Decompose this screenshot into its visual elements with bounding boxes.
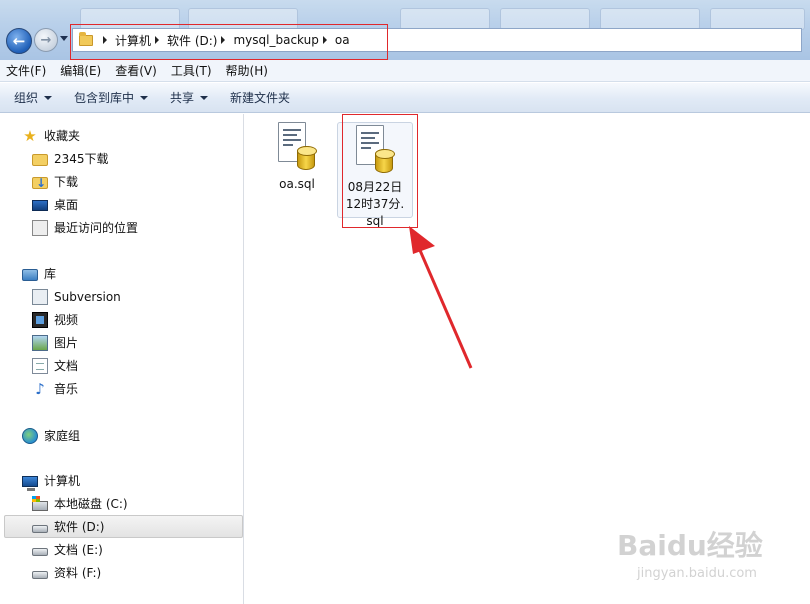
sidebar-item-label: 本地磁盘 (C:) [54,497,128,511]
computer-icon [22,475,38,491]
sidebar-item-label: Subversion [54,289,121,304]
include-in-library-label: 包含到库中 [74,91,135,105]
windows-drive-icon [32,495,48,511]
organize-button[interactable]: 组织 [14,89,53,106]
music-note-icon: ♪ [35,379,45,398]
annotation-arrow [409,226,473,369]
sidebar-item-label: 收藏夹 [44,129,81,143]
background-taskbar-tab [500,8,590,30]
sidebar-item-documents[interactable]: 文档 [0,354,243,377]
new-folder-button[interactable]: 新建文件夹 [230,89,290,106]
menu-view[interactable]: 查看(V) [115,62,157,79]
sidebar-item-videos[interactable]: 视频 [0,308,243,331]
sidebar-item-label: 文档 (E:) [54,543,103,557]
background-taskbar-tab [600,8,700,30]
baidu-watermark-url: jingyan.baidu.com [637,566,757,581]
sidebar-libraries[interactable]: 库 [0,262,243,285]
menu-file[interactable]: 文件(F) [6,62,46,79]
forward-button[interactable]: → [34,28,58,52]
menu-tools[interactable]: 工具(T) [171,62,212,79]
hard-drive-icon [32,525,48,533]
pictures-library-icon [32,334,48,351]
sidebar-item-label: 库 [44,267,57,281]
sidebar-item-subversion[interactable]: Subversion [0,285,243,308]
sidebar-item-label: 视频 [54,313,79,327]
chevron-down-icon [140,95,149,100]
recent-pages-dropdown-icon[interactable] [60,36,68,41]
file-name: oa.sql [279,177,315,191]
sidebar-computer[interactable]: 计算机 [0,469,243,492]
sidebar-item-drive-d[interactable]: 软件 (D:) [4,515,243,538]
desktop-icon [32,200,48,211]
organize-label: 组织 [14,91,39,105]
navigation-pane: ★ 收藏夹 2345下载 下载 桌面 最近访问的位置 库 Subversion … [0,114,244,604]
arrow-left-icon: ← [12,32,26,50]
sidebar-item-label: 软件 (D:) [54,520,105,534]
sidebar-item-music[interactable]: ♪ 音乐 [0,377,243,400]
new-folder-label: 新建文件夹 [230,91,291,105]
sidebar-item-label: 计算机 [44,474,81,488]
menu-help[interactable]: 帮助(H) [226,62,268,79]
command-bar: 组织 包含到库中 共享 新建文件夹 [0,83,810,113]
sidebar-item-label: 文档 [54,359,79,373]
baidu-watermark-logo: Baidu经验 [617,529,763,562]
sidebar-item-label: 2345下载 [54,152,109,166]
chevron-down-icon [200,95,209,100]
video-library-icon [32,311,48,328]
sidebar-item-desktop[interactable]: 桌面 [0,193,243,216]
library-icon [22,268,38,281]
chevron-down-icon [44,95,53,100]
address-highlight-box [70,24,388,60]
background-taskbar-tab [710,8,805,30]
background-taskbar-tab [400,8,490,30]
downloads-folder-icon [32,176,48,190]
share-label: 共享 [170,91,195,105]
sidebar-item-drive-e[interactable]: 文档 (E:) [0,538,243,561]
arrow-right-icon: → [40,32,52,48]
documents-library-icon [32,357,48,374]
homegroup-icon [22,427,38,444]
file-list: oa.sql 08月22日12时37分.sql Baidu经验 jingyan.… [245,114,810,604]
star-icon: ★ [23,126,37,145]
sql-file-icon [276,122,318,174]
sidebar-item-downloads[interactable]: 下载 [0,170,243,193]
sidebar-item-drive-c[interactable]: 本地磁盘 (C:) [0,492,243,515]
hard-drive-icon [32,548,48,556]
menu-bar: 文件(F) 编辑(E) 查看(V) 工具(T) 帮助(H) [0,60,810,82]
share-button[interactable]: 共享 [170,89,209,106]
sidebar-homegroup[interactable]: 家庭组 [0,424,243,447]
back-button[interactable]: ← [6,28,32,54]
sidebar-item-label: 最近访问的位置 [54,221,139,235]
menu-edit[interactable]: 编辑(E) [60,62,101,79]
sidebar-item-label: 下载 [54,175,79,189]
sidebar-item-label: 资料 (F:) [54,566,102,580]
subversion-library-icon [32,288,48,305]
sidebar-item-pictures[interactable]: 图片 [0,331,243,354]
sidebar-item-recent-places[interactable]: 最近访问的位置 [0,216,243,239]
hard-drive-icon [32,571,48,579]
sidebar-item-label: 桌面 [54,198,79,212]
sidebar-item-label: 家庭组 [44,429,81,443]
folder-icon [32,153,48,166]
file-highlight-box [342,114,418,228]
recent-places-icon [32,219,48,236]
sidebar-favorites[interactable]: ★ 收藏夹 [0,124,243,147]
sidebar-item-2345-downloads[interactable]: 2345下载 [0,147,243,170]
include-in-library-button[interactable]: 包含到库中 [74,89,149,106]
sidebar-item-drive-f[interactable]: 资料 (F:) [0,561,243,584]
file-item[interactable]: oa.sql [259,122,335,193]
sidebar-item-label: 图片 [54,336,79,350]
sidebar-item-label: 音乐 [54,382,79,396]
